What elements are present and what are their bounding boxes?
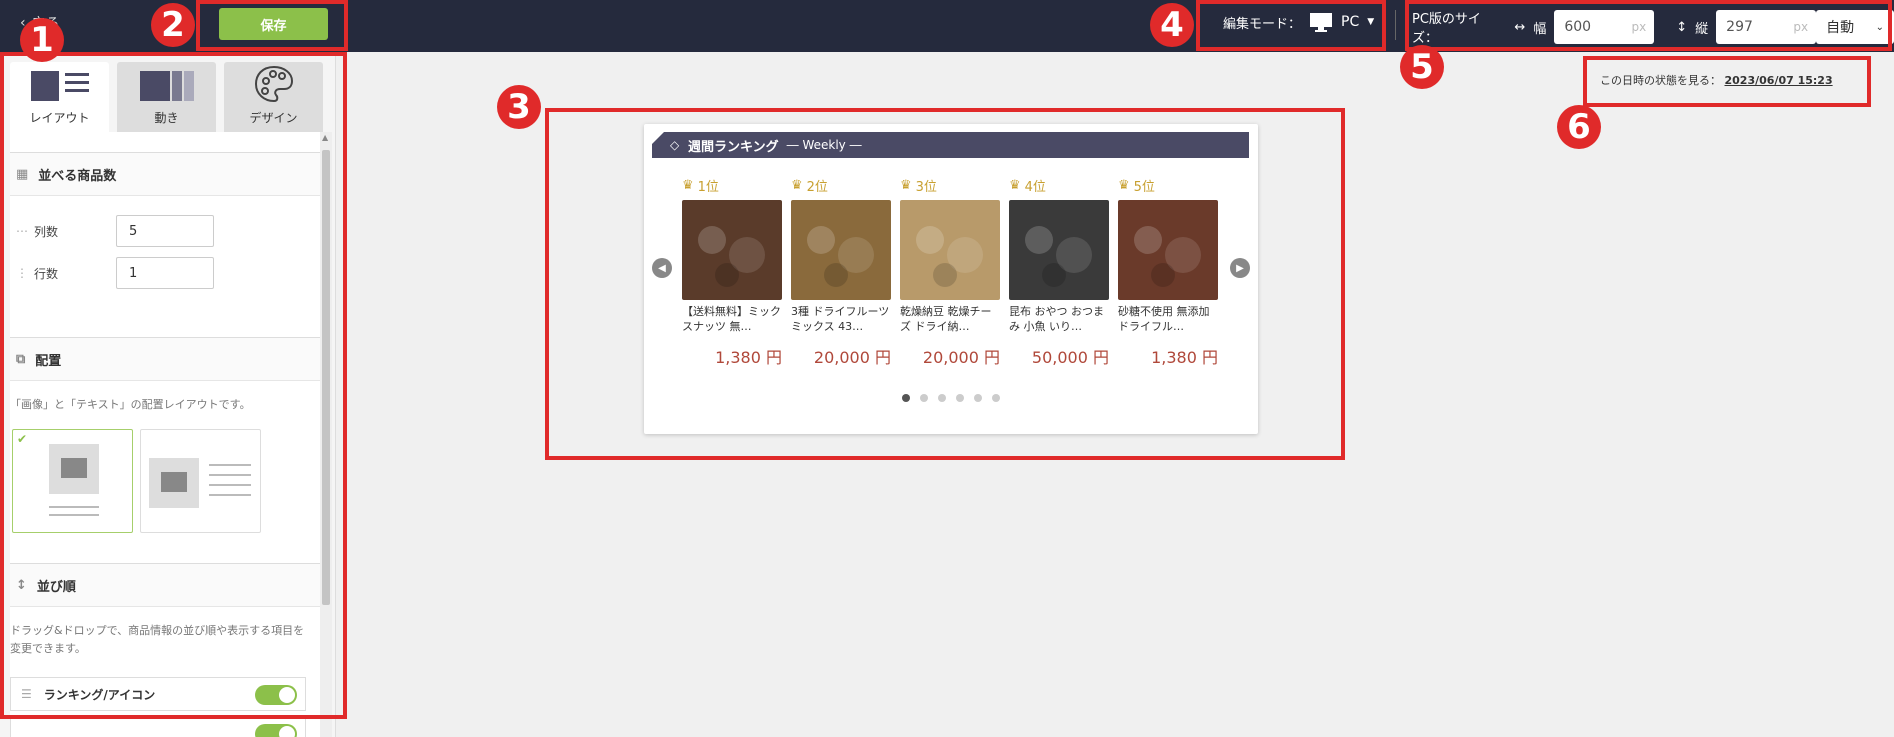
annotation-badge-5: 5 — [1400, 45, 1444, 89]
next-toggle[interactable] — [255, 724, 297, 737]
annotation-box-5 — [1405, 0, 1892, 51]
annotation-box-6 — [1583, 56, 1871, 107]
annotation-badge-2: 2 — [151, 3, 195, 47]
order-item-next[interactable] — [10, 716, 306, 737]
annotation-badge-1: 1 — [20, 18, 64, 62]
annotation-badge-3: 3 — [497, 85, 541, 129]
annotation-box-3 — [545, 108, 1345, 460]
annotation-badge-6: 6 — [1557, 105, 1601, 149]
annotation-badge-4: 4 — [1150, 3, 1194, 47]
annotation-box-1 — [0, 52, 347, 719]
divider — [1395, 10, 1396, 40]
annotation-box-4 — [1196, 0, 1386, 51]
annotation-box-2 — [196, 0, 348, 51]
